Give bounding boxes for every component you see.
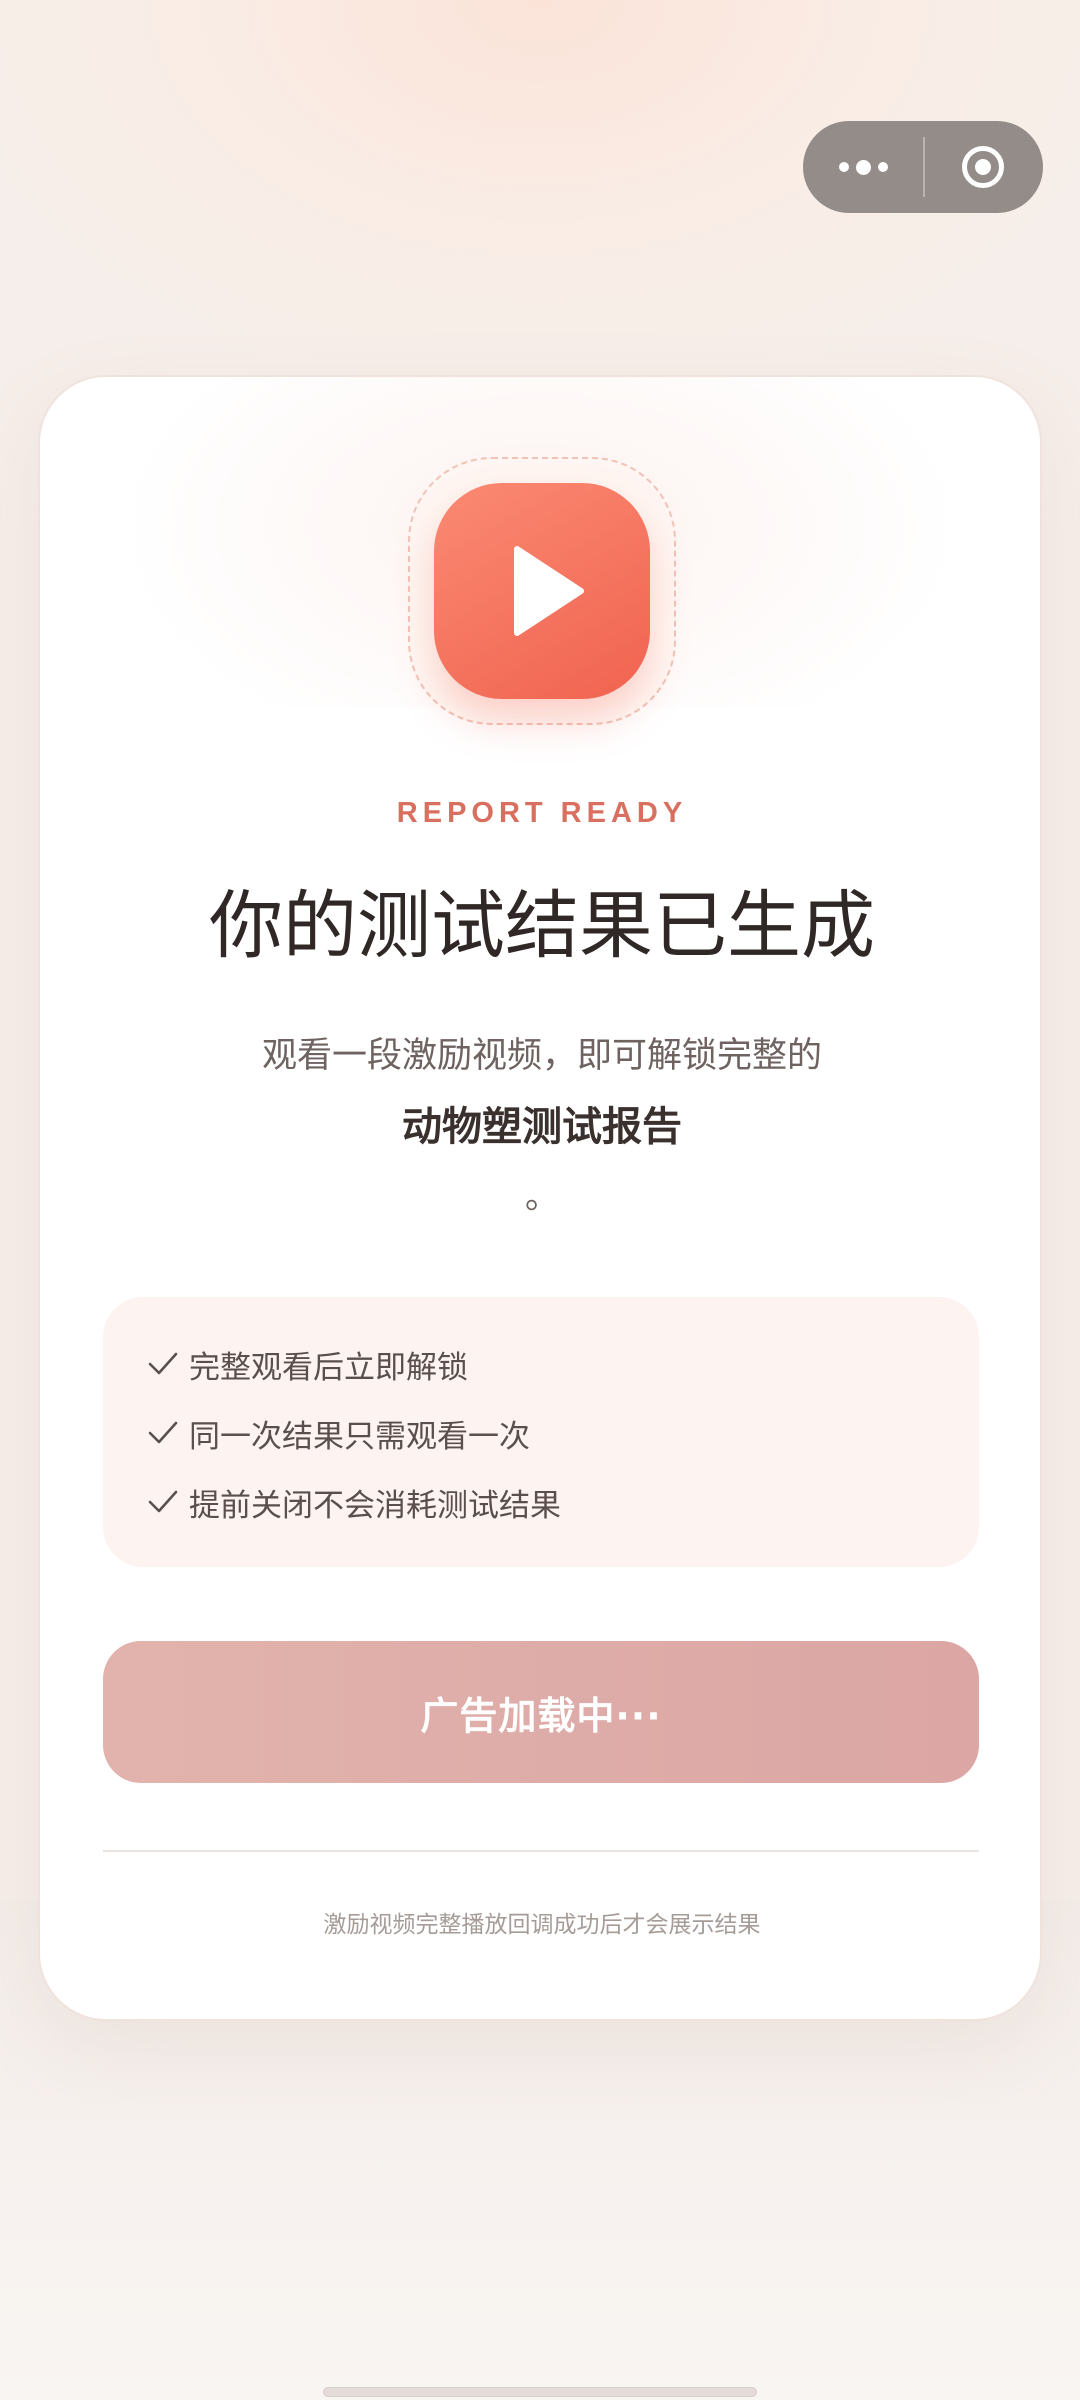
feature-text: 同一次结果只需观看一次 <box>189 1418 530 1455</box>
feature-item: 完整观看后立即解锁 <box>147 1342 468 1386</box>
page-title: 你的测试结果已生成 <box>209 883 875 969</box>
check-icon <box>148 1352 178 1375</box>
feature-text: 完整观看后立即解锁 <box>189 1349 468 1386</box>
divider <box>103 1850 979 1852</box>
check-icon <box>148 1490 178 1513</box>
ad-loading-button[interactable]: 广告加载中··· <box>103 1641 979 1783</box>
home-indicator[interactable] <box>323 2387 757 2397</box>
unlock-card: REPORT READY 你的测试结果已生成 观看一段激励视频，即可解锁完整的 … <box>38 375 1042 2021</box>
check-icon <box>148 1421 178 1444</box>
feature-item: 提前关闭不会消耗测试结果 <box>147 1480 561 1524</box>
report-name: 动物塑测试报告 <box>402 1104 682 1150</box>
target-close-icon <box>962 146 1004 188</box>
feature-text: 提前关闭不会消耗测试结果 <box>189 1487 561 1524</box>
close-button[interactable] <box>923 121 1043 213</box>
more-dots-icon <box>838 159 888 175</box>
footnote: 激励视频完整播放回调成功后才会展示结果 <box>323 1912 761 1938</box>
report-ready-eyebrow: REPORT READY <box>396 797 688 829</box>
more-button[interactable] <box>803 121 923 213</box>
subtitle: 观看一段激励视频，即可解锁完整的 <box>261 1036 822 1076</box>
feature-list: 完整观看后立即解锁 同一次结果只需观看一次 提前关闭不会消耗测试结果 <box>103 1297 979 1567</box>
capsule-menu <box>803 121 1043 213</box>
subtitle-period: 。 <box>525 1177 559 1217</box>
play-icon <box>434 483 650 699</box>
feature-item: 同一次结果只需观看一次 <box>147 1411 530 1455</box>
